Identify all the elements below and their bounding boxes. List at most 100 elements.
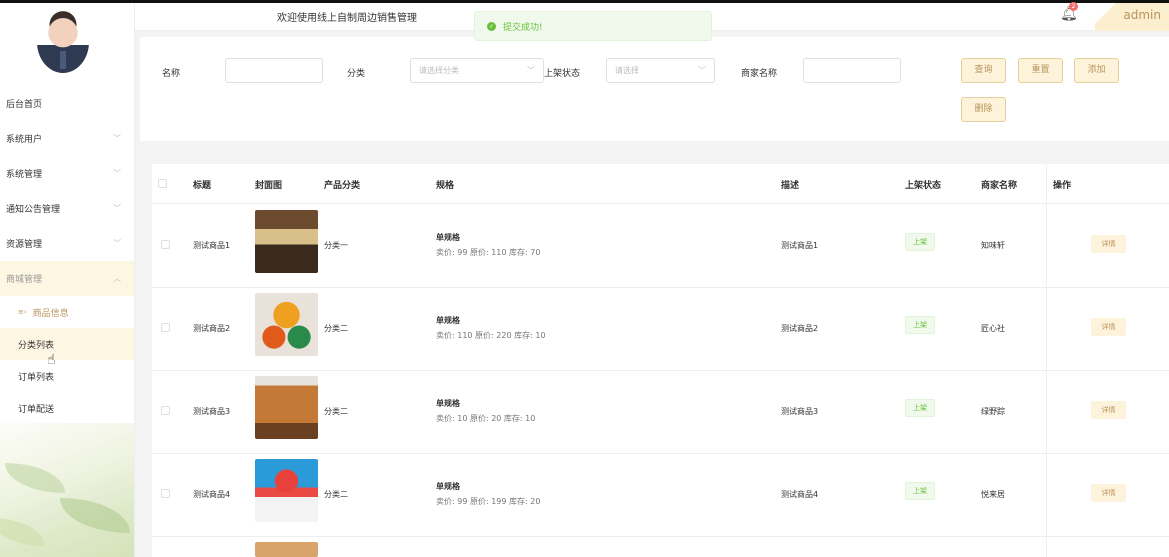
add-button[interactable]: 添加 [1074,58,1119,83]
row-merchant: 绿野踪 [981,407,1005,416]
chevron-up-icon: ︿ [113,274,121,283]
column-header-description: 描述 [781,181,800,191]
sidebar-subitem-label: 分类列表 [18,340,55,351]
row-title: 测试商品2 [193,324,231,333]
leaf-shape [60,498,130,533]
row-spec: 单规格 卖价: 99 原价: 110 库存: 70 [436,232,540,258]
row-merchant: 知味轩 [981,241,1005,250]
table-row[interactable]: 测试商品4 分类二 单规格 卖价: 99 原价: 199 库存: 20 测试商品… [152,454,1169,537]
spec-name: 单规格 [436,316,460,325]
detail-button[interactable]: 详情 [1091,401,1126,419]
chevron-down-icon: ﹀ [698,66,706,75]
sidebar-subitem-label: 订单配送 [18,404,55,415]
row-merchant: 悦来居 [981,490,1005,499]
column-header-title: 标题 [193,181,212,191]
name-input[interactable] [225,58,323,83]
status-badge: 上架 [905,233,935,251]
select-all-checkbox[interactable] [158,179,167,188]
sidebar-item-system-users[interactable]: 系统用户 ﹀ [0,121,134,156]
status-placeholder: 请选择 [615,66,639,75]
chevron-down-icon: ﹀ [113,239,121,248]
product-thumbnail [255,459,318,522]
row-description: 测试商品3 [781,407,819,416]
row-category: 分类二 [324,490,348,499]
column-header-spec: 规格 [436,181,455,191]
detail-button[interactable]: 详情 [1091,318,1126,336]
detail-button[interactable]: 详情 [1091,235,1126,253]
sidebar-item-label: 通知公告管理 [6,205,61,215]
table-row[interactable]: 测试商品1 分类一 单规格 卖价: 99 原价: 110 库存: 70 测试商品… [152,205,1169,288]
sidebar-menu: 后台首页 系统用户 ﹀ 系统管理 ﹀ 通知公告管理 ﹀ 资源管理 ﹀ 商城管理 … [0,86,134,424]
sidebar-subitem-category-list[interactable]: 分类列表 [0,328,134,360]
sidebar-item-home[interactable]: 后台首页 [0,86,134,121]
row-title: 测试商品1 [193,241,231,250]
sidebar-subitem-label: 订单列表 [18,372,55,383]
row-checkbox[interactable] [161,240,170,249]
sidebar-item-notice-management[interactable]: 通知公告管理 ﹀ [0,191,134,226]
query-button[interactable]: 查询 [961,58,1006,83]
sidebar-item-resource-management[interactable]: 资源管理 ﹀ [0,226,134,261]
sidebar-item-label: 资源管理 [6,240,43,250]
product-table: 标题 封面图 产品分类 规格 描述 上架状态 商家名称 操作 测试商品1 分类一… [152,164,1169,557]
delete-button[interactable]: 删除 [961,97,1006,122]
sidebar-subitem-product-info[interactable]: ≡› 商品信息 [0,296,134,328]
row-merchant: 匠心社 [981,324,1005,333]
chevron-down-icon: ﹀ [527,66,535,75]
notification-badge: 2 [1069,2,1078,11]
sidebar-item-mall-management[interactable]: 商城管理 ︿ [0,261,134,296]
row-checkbox[interactable] [161,406,170,415]
status-badge: 上架 [905,399,935,417]
column-header-merchant: 商家名称 [981,181,1018,191]
welcome-title: 欢迎使用线上自制周边销售管理 [277,13,417,24]
row-category: 分类二 [324,407,348,416]
table-row[interactable]: 测试商品2 分类二 单规格 卖价: 110 原价: 220 库存: 10 测试商… [152,288,1169,371]
product-thumbnail [255,293,318,356]
row-spec: 单规格 卖价: 10 原价: 20 库存: 10 [436,398,535,424]
sidebar-item-system-management[interactable]: 系统管理 ﹀ [0,156,134,191]
sidebar-item-label: 后台首页 [6,100,43,110]
product-thumbnail [255,376,318,439]
success-toast: ✓ 提交成功! [474,11,712,41]
product-thumbnail [255,210,318,273]
row-category: 分类一 [324,241,348,250]
row-checkbox[interactable] [161,323,170,332]
sidebar-subitem-order-delivery[interactable]: 订单配送 [0,392,134,424]
spec-name: 单规格 [436,482,460,491]
fixed-column-divider [1046,164,1047,557]
column-header-status: 上架状态 [905,181,942,191]
status-badge: 上架 [905,316,935,334]
status-select[interactable]: 请选择 ﹀ [606,58,715,83]
spec-detail: 卖价: 99 原价: 199 库存: 20 [436,497,541,506]
category-placeholder: 请选择分类 [419,66,459,75]
user-menu[interactable]: admin [1095,3,1169,31]
check-circle-icon: ✓ [487,21,496,31]
table-row[interactable] [152,537,1169,557]
leaf-shape [5,463,65,493]
table-header: 标题 封面图 产品分类 规格 描述 上架状态 商家名称 操作 [152,164,1169,204]
sidebar: 后台首页 系统用户 ﹀ 系统管理 ﹀ 通知公告管理 ﹀ 资源管理 ﹀ 商城管理 … [0,3,135,557]
column-header-cover: 封面图 [255,181,283,191]
detail-button[interactable]: 详情 [1091,484,1126,502]
row-checkbox[interactable] [161,489,170,498]
sidebar-item-label: 商城管理 [6,275,43,285]
row-description: 测试商品2 [781,324,819,333]
row-spec: 单规格 卖价: 99 原价: 199 库存: 20 [436,481,540,507]
spec-name: 单规格 [436,399,460,408]
leaf-shape [0,518,45,546]
toast-message: 提交成功! [503,22,543,33]
row-spec: 单规格 卖价: 110 原价: 220 库存: 10 [436,315,546,341]
username: admin [1123,8,1161,22]
avatar[interactable] [37,11,89,73]
row-title: 测试商品4 [193,490,231,499]
chevron-down-icon: ﹀ [113,134,121,143]
chevron-down-icon: ﹀ [113,169,121,178]
reset-button[interactable]: 重置 [1018,58,1063,83]
table-row[interactable]: 测试商品3 分类二 单规格 卖价: 10 原价: 20 库存: 10 测试商品3… [152,371,1169,454]
name-label: 名称 [162,69,181,79]
menu-icon: ≡› [18,308,27,316]
row-category: 分类二 [324,324,348,333]
category-select[interactable]: 请选择分类 ﹀ [410,58,544,83]
row-title: 测试商品3 [193,407,231,416]
merchant-input[interactable] [803,58,901,83]
sidebar-subitem-order-list[interactable]: 订单列表 [0,360,134,392]
